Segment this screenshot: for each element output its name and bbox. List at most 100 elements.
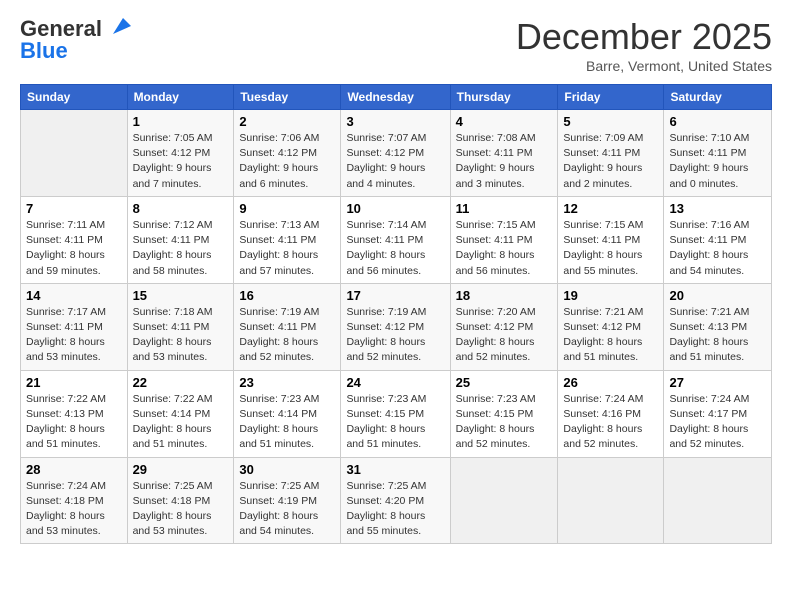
day-number: 25 [456, 375, 553, 390]
day-number: 7 [26, 201, 122, 216]
day-cell: 6 Sunrise: 7:10 AMSunset: 4:11 PMDaylight… [664, 110, 772, 197]
day-info: Sunrise: 7:12 AMSunset: 4:11 PMDaylight:… [133, 218, 229, 279]
day-number: 10 [346, 201, 444, 216]
day-cell: 14 Sunrise: 7:17 AMSunset: 4:11 PMDayligh… [21, 283, 128, 370]
day-cell: 3 Sunrise: 7:07 AMSunset: 4:12 PMDaylight… [341, 110, 450, 197]
day-cell: 16Sunrise: 7:19 AMSunset: 4:11 PMDayligh… [234, 283, 341, 370]
week-row-4: 28Sunrise: 7:24 AMSunset: 4:18 PMDayligh… [21, 457, 772, 544]
location: Barre, Vermont, United States [516, 58, 772, 74]
day-number: 23 [239, 375, 335, 390]
title-block: December 2025 Barre, Vermont, United Sta… [516, 16, 772, 74]
day-info: Sunrise: 7:18 AMSunset: 4:11 PMDaylight:… [133, 305, 229, 366]
day-number: 28 [26, 462, 122, 477]
day-cell: 21Sunrise: 7:22 AMSunset: 4:13 PMDayligh… [21, 370, 128, 457]
day-info: Sunrise: 7:09 AMSunset: 4:11 PMDaylight:… [563, 131, 658, 192]
day-cell: 20 Sunrise: 7:21 AMSunset: 4:13 PMDayligh… [664, 283, 772, 370]
day-cell: 4 Sunrise: 7:08 AMSunset: 4:11 PMDaylight… [450, 110, 558, 197]
week-row-2: 14 Sunrise: 7:17 AMSunset: 4:11 PMDayligh… [21, 283, 772, 370]
day-info: Sunrise: 7:23 AMSunset: 4:14 PMDaylight:… [239, 392, 335, 453]
day-cell: 22 Sunrise: 7:22 AMSunset: 4:14 PMDayligh… [127, 370, 234, 457]
day-number: 15 [133, 288, 229, 303]
day-info: Sunrise: 7:16 AMSunset: 4:11 PMDaylight:… [669, 218, 766, 279]
day-cell: 24 Sunrise: 7:23 AMSunset: 4:15 PMDayligh… [341, 370, 450, 457]
day-number: 20 [669, 288, 766, 303]
day-number: 29 [133, 462, 229, 477]
day-number: 4 [456, 114, 553, 129]
day-info: Sunrise: 7:11 AMSunset: 4:11 PMDaylight:… [26, 218, 122, 279]
day-cell: 15 Sunrise: 7:18 AMSunset: 4:11 PMDayligh… [127, 283, 234, 370]
day-info: Sunrise: 7:24 AMSunset: 4:16 PMDaylight:… [563, 392, 658, 453]
day-info: Sunrise: 7:14 AMSunset: 4:11 PMDaylight:… [346, 218, 444, 279]
day-info: Sunrise: 7:23 AMSunset: 4:15 PMDaylight:… [346, 392, 444, 453]
day-number: 6 [669, 114, 766, 129]
day-cell: 2 Sunrise: 7:06 AMSunset: 4:12 PMDaylight… [234, 110, 341, 197]
day-info: Sunrise: 7:25 AMSunset: 4:18 PMDaylight:… [133, 479, 229, 540]
header-cell-thursday: Thursday [450, 85, 558, 110]
header-row: SundayMondayTuesdayWednesdayThursdayFrid… [21, 85, 772, 110]
day-number: 5 [563, 114, 658, 129]
day-cell [558, 457, 664, 544]
day-info: Sunrise: 7:15 AMSunset: 4:11 PMDaylight:… [456, 218, 553, 279]
day-number: 14 [26, 288, 122, 303]
day-number: 31 [346, 462, 444, 477]
main-container: General Blue December 2025 Barre, Vermon… [0, 0, 792, 554]
day-number: 16 [239, 288, 335, 303]
day-number: 26 [563, 375, 658, 390]
day-cell: 11 Sunrise: 7:15 AMSunset: 4:11 PMDayligh… [450, 196, 558, 283]
calendar-table: SundayMondayTuesdayWednesdayThursdayFrid… [20, 84, 772, 544]
day-number: 21 [26, 375, 122, 390]
day-cell: 25 Sunrise: 7:23 AMSunset: 4:15 PMDayligh… [450, 370, 558, 457]
day-info: Sunrise: 7:23 AMSunset: 4:15 PMDaylight:… [456, 392, 553, 453]
day-info: Sunrise: 7:06 AMSunset: 4:12 PMDaylight:… [239, 131, 335, 192]
day-info: Sunrise: 7:19 AMSunset: 4:12 PMDaylight:… [346, 305, 444, 366]
day-info: Sunrise: 7:15 AMSunset: 4:11 PMDaylight:… [563, 218, 658, 279]
day-info: Sunrise: 7:13 AMSunset: 4:11 PMDaylight:… [239, 218, 335, 279]
day-info: Sunrise: 7:20 AMSunset: 4:12 PMDaylight:… [456, 305, 553, 366]
day-number: 13 [669, 201, 766, 216]
day-cell: 9Sunrise: 7:13 AMSunset: 4:11 PMDaylight… [234, 196, 341, 283]
day-number: 19 [563, 288, 658, 303]
week-row-1: 7 Sunrise: 7:11 AMSunset: 4:11 PMDaylight… [21, 196, 772, 283]
day-info: Sunrise: 7:22 AMSunset: 4:14 PMDaylight:… [133, 392, 229, 453]
day-cell: 27Sunrise: 7:24 AMSunset: 4:17 PMDayligh… [664, 370, 772, 457]
day-number: 3 [346, 114, 444, 129]
day-cell: 29 Sunrise: 7:25 AMSunset: 4:18 PMDayligh… [127, 457, 234, 544]
logo-icon [105, 14, 131, 40]
header-cell-saturday: Saturday [664, 85, 772, 110]
day-cell: 23 Sunrise: 7:23 AMSunset: 4:14 PMDayligh… [234, 370, 341, 457]
day-cell: 26 Sunrise: 7:24 AMSunset: 4:16 PMDayligh… [558, 370, 664, 457]
week-row-3: 21Sunrise: 7:22 AMSunset: 4:13 PMDayligh… [21, 370, 772, 457]
day-cell: 17 Sunrise: 7:19 AMSunset: 4:12 PMDayligh… [341, 283, 450, 370]
header-cell-wednesday: Wednesday [341, 85, 450, 110]
header-cell-tuesday: Tuesday [234, 85, 341, 110]
day-cell: 1 Sunrise: 7:05 AMSunset: 4:12 PMDaylight… [127, 110, 234, 197]
day-number: 17 [346, 288, 444, 303]
day-number: 22 [133, 375, 229, 390]
day-number: 27 [669, 375, 766, 390]
header-cell-monday: Monday [127, 85, 234, 110]
day-number: 12 [563, 201, 658, 216]
day-cell: 8 Sunrise: 7:12 AMSunset: 4:11 PMDaylight… [127, 196, 234, 283]
day-info: Sunrise: 7:07 AMSunset: 4:12 PMDaylight:… [346, 131, 444, 192]
week-row-0: 1 Sunrise: 7:05 AMSunset: 4:12 PMDaylight… [21, 110, 772, 197]
day-cell: 18 Sunrise: 7:20 AMSunset: 4:12 PMDayligh… [450, 283, 558, 370]
day-info: Sunrise: 7:10 AMSunset: 4:11 PMDaylight:… [669, 131, 766, 192]
day-cell: 28Sunrise: 7:24 AMSunset: 4:18 PMDayligh… [21, 457, 128, 544]
day-info: Sunrise: 7:21 AMSunset: 4:13 PMDaylight:… [669, 305, 766, 366]
day-cell: 12 Sunrise: 7:15 AMSunset: 4:11 PMDayligh… [558, 196, 664, 283]
day-number: 24 [346, 375, 444, 390]
header: General Blue December 2025 Barre, Vermon… [20, 16, 772, 74]
day-cell: 10 Sunrise: 7:14 AMSunset: 4:11 PMDayligh… [341, 196, 450, 283]
day-number: 11 [456, 201, 553, 216]
day-info: Sunrise: 7:08 AMSunset: 4:11 PMDaylight:… [456, 131, 553, 192]
day-info: Sunrise: 7:05 AMSunset: 4:12 PMDaylight:… [133, 131, 229, 192]
day-cell: 13 Sunrise: 7:16 AMSunset: 4:11 PMDayligh… [664, 196, 772, 283]
day-number: 18 [456, 288, 553, 303]
day-cell [450, 457, 558, 544]
header-cell-sunday: Sunday [21, 85, 128, 110]
day-info: Sunrise: 7:17 AMSunset: 4:11 PMDaylight:… [26, 305, 122, 366]
day-number: 8 [133, 201, 229, 216]
day-number: 2 [239, 114, 335, 129]
day-cell [21, 110, 128, 197]
day-number: 1 [133, 114, 229, 129]
